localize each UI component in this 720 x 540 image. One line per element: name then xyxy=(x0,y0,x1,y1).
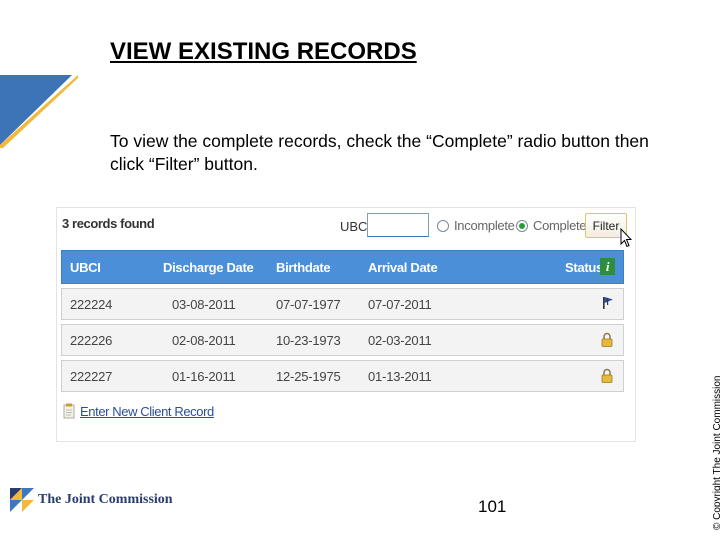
records-count: 3 records found xyxy=(62,216,155,231)
incomplete-label: Incomplete xyxy=(454,218,515,233)
logo-text: The Joint Commission xyxy=(38,492,173,507)
cell-discharge-date: 03-08-2011 xyxy=(172,296,236,312)
cell-birthdate: 07-07-1977 xyxy=(276,296,341,312)
cell-discharge-date: 01-16-2011 xyxy=(172,368,236,384)
cell-arrival-date: 07-07-2011 xyxy=(368,296,432,312)
joint-commission-logo: The Joint Commission xyxy=(10,488,173,512)
flag-icon[interactable] xyxy=(601,296,615,310)
column-header-status[interactable]: Status xyxy=(565,260,603,275)
column-header-arrival-date[interactable]: Arrival Date xyxy=(368,260,438,275)
cell-birthdate: 10-23-1973 xyxy=(276,332,341,348)
column-header-discharge-date[interactable]: Discharge Date xyxy=(163,260,254,275)
corner-decoration xyxy=(0,75,78,148)
cell-birthdate: 12-25-1975 xyxy=(276,368,341,384)
lock-icon[interactable] xyxy=(601,368,613,383)
cell-ubci: 222227 xyxy=(70,368,113,384)
incomplete-radio-option[interactable]: Incomplete xyxy=(437,218,515,233)
column-header-birthdate[interactable]: Birthdate xyxy=(276,260,331,275)
table-row[interactable]: 222227 01-16-2011 12-25-1975 01-13-2011 xyxy=(61,360,624,392)
complete-radio-option[interactable]: Complete xyxy=(516,218,587,233)
document-icon xyxy=(63,403,75,419)
cell-arrival-date: 02-03-2011 xyxy=(368,332,432,348)
column-header-ubci[interactable]: UBCI xyxy=(70,260,101,275)
table-row[interactable]: 222224 03-08-2011 07-07-1977 07-07-2011 xyxy=(61,288,624,320)
table-row[interactable]: 222226 02-08-2011 10-23-1973 02-03-2011 xyxy=(61,324,624,356)
table-header: UBCI Discharge Date Birthdate Arrival Da… xyxy=(61,250,624,284)
slide-title: VIEW EXISTING RECORDS xyxy=(110,38,417,65)
cell-ubci: 222226 xyxy=(70,332,113,348)
incomplete-radio[interactable] xyxy=(437,219,449,232)
complete-radio[interactable] xyxy=(516,219,528,232)
enter-new-client-record-label: Enter New Client Record xyxy=(80,403,214,419)
ubci-input[interactable] xyxy=(367,213,429,237)
joint-commission-logo-icon xyxy=(10,488,34,512)
info-icon[interactable]: i xyxy=(600,258,615,275)
cell-arrival-date: 01-13-2011 xyxy=(368,368,432,384)
copyright-text: © Copyright The Joint Commission xyxy=(712,375,720,530)
lock-icon[interactable] xyxy=(601,332,613,347)
records-table: UBCI Discharge Date Birthdate Arrival Da… xyxy=(61,250,624,392)
enter-new-client-record-link[interactable]: Enter New Client Record xyxy=(63,403,214,419)
complete-label: Complete xyxy=(533,218,587,233)
mouse-cursor-icon xyxy=(620,228,632,248)
page-number: 101 xyxy=(478,497,507,516)
records-screen: 3 records found UBCI Incomplete Complete… xyxy=(57,208,635,441)
cell-ubci: 222224 xyxy=(70,296,113,312)
cell-discharge-date: 02-08-2011 xyxy=(172,332,236,348)
instructions-text: To view the complete records, check the … xyxy=(110,131,649,174)
